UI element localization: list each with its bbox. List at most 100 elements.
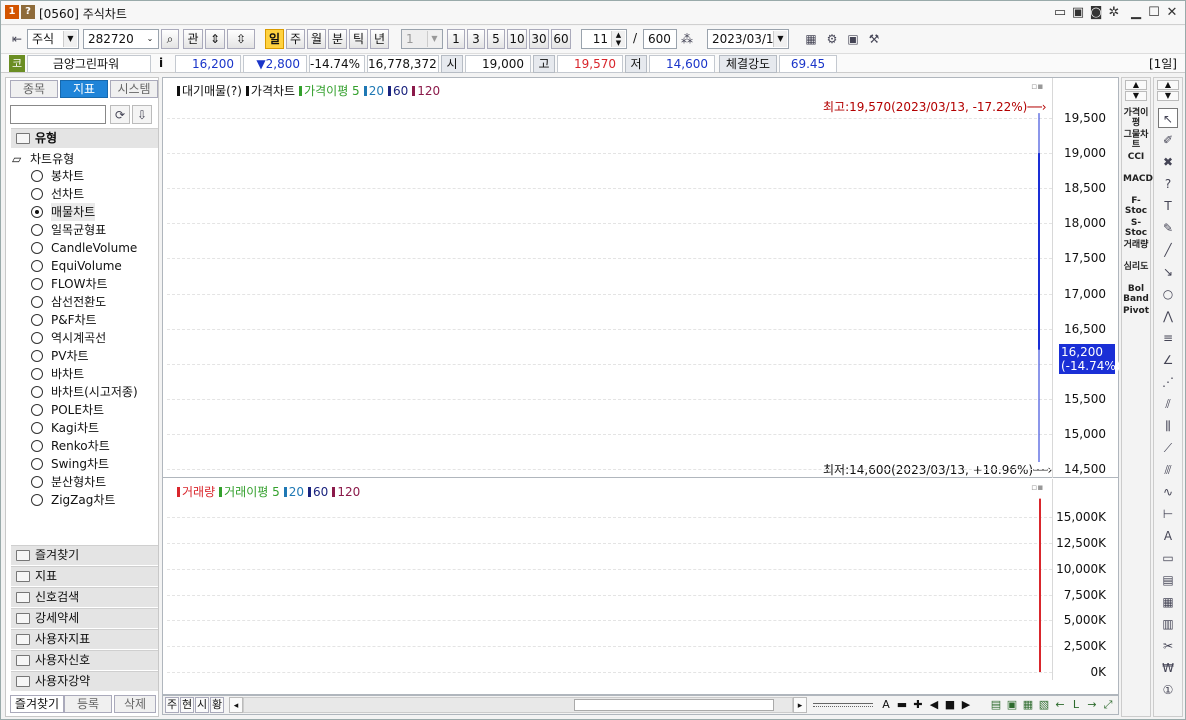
radio-icon[interactable] xyxy=(31,386,43,398)
refresh-icon[interactable]: ⟳ xyxy=(110,105,130,124)
period-icon[interactable]: ⊢ xyxy=(1158,504,1178,524)
interval-select[interactable]: 1 ▼ xyxy=(401,29,443,49)
horizontal-scrollbar[interactable] xyxy=(243,697,793,713)
interval-button-10[interactable]: 10 xyxy=(507,29,527,49)
radio-icon[interactable] xyxy=(31,224,43,236)
indicator-shortcut[interactable]: S-Stoc xyxy=(1123,218,1149,238)
scrollbar-thumb[interactable] xyxy=(574,699,774,711)
radio-icon[interactable] xyxy=(31,368,43,380)
scroll-down-icon[interactable]: ▼ xyxy=(1125,91,1147,101)
count-total-input[interactable]: 600 xyxy=(643,29,677,49)
period-button-4[interactable]: 틱 xyxy=(349,29,368,49)
close-icon[interactable]: ✕ xyxy=(1163,4,1181,22)
scroll-left-icon[interactable]: ◂ xyxy=(229,697,243,713)
period-button-1[interactable]: 주 xyxy=(286,29,305,49)
help-icon[interactable]: ? xyxy=(1158,174,1178,194)
gear-icon[interactable]: ✲ xyxy=(1105,4,1123,22)
radio-icon[interactable] xyxy=(31,476,43,488)
radio-icon[interactable] xyxy=(31,170,43,182)
L-icon[interactable]: L xyxy=(1069,697,1083,713)
group-item[interactable]: 신호검색 xyxy=(11,587,158,607)
first-icon[interactable]: ⇤ xyxy=(7,29,27,49)
left-tab-2[interactable]: 시스템 xyxy=(110,80,158,98)
right-icon[interactable]: → xyxy=(1085,697,1099,713)
period-button-5[interactable]: 년 xyxy=(370,29,389,49)
restore-window-icon[interactable]: ▭ xyxy=(1051,4,1069,22)
tools-icon[interactable]: ⚒ xyxy=(864,29,884,49)
radio-icon[interactable] xyxy=(31,350,43,362)
bottom-ctrl-icon[interactable]: A xyxy=(879,697,893,713)
bottom-tab-3[interactable]: 황 xyxy=(210,697,224,713)
andrew-icon[interactable]: ⫻ xyxy=(1158,460,1178,480)
chart-icon[interactable]: ▦ xyxy=(1158,592,1178,612)
bottom-ctrl-icon[interactable]: ▬ xyxy=(895,697,909,713)
bottom-ctrl-icon[interactable]: ✚ xyxy=(911,697,925,713)
scroll-right-icon[interactable]: ▸ xyxy=(793,697,807,713)
chart-type-icon[interactable]: ▦ xyxy=(801,29,821,49)
group-chart-type[interactable]: 유형 xyxy=(11,128,158,148)
eraser-icon[interactable]: ✐ xyxy=(1158,130,1178,150)
minimize-icon[interactable]: ▁ xyxy=(1127,4,1145,22)
radio-icon[interactable] xyxy=(31,188,43,200)
indicator-shortcut[interactable]: CCI xyxy=(1123,152,1149,172)
radio-icon[interactable] xyxy=(31,422,43,434)
doc-icon[interactable]: ▤ xyxy=(1158,570,1178,590)
group-item[interactable]: 지표 xyxy=(11,566,158,586)
interest-button[interactable]: 관 xyxy=(183,29,203,49)
indicator-shortcut[interactable]: Pivot xyxy=(1123,306,1149,326)
radio-icon[interactable] xyxy=(31,314,43,326)
left-icon[interactable]: ← xyxy=(1053,697,1067,713)
search-icon[interactable]: ① xyxy=(1158,680,1178,700)
gear-icon[interactable]: ⚙ xyxy=(822,29,842,49)
radio-icon[interactable] xyxy=(31,296,43,308)
period-button-2[interactable]: 월 xyxy=(307,29,326,49)
indicator-shortcut[interactable]: 거래량 xyxy=(1123,240,1149,260)
radio-icon[interactable] xyxy=(31,278,43,290)
indicator-shortcut[interactable]: 가격이평 xyxy=(1123,108,1149,128)
image-icon[interactable]: ▧ xyxy=(1037,697,1051,713)
interval-button-30[interactable]: 30 xyxy=(529,29,549,49)
left-tab-1[interactable]: 지표 xyxy=(60,80,108,98)
interval-button-3[interactable]: 3 xyxy=(467,29,485,49)
excel-icon[interactable]: ▤ xyxy=(989,697,1003,713)
pen-icon[interactable]: ✎ xyxy=(1158,218,1178,238)
bottom-tab-0[interactable]: 주 xyxy=(165,697,179,713)
scroll-down-icon[interactable]: ▼ xyxy=(1157,91,1179,101)
indicator-shortcut[interactable]: Bol Band xyxy=(1123,284,1149,304)
speed-line-icon[interactable]: ⟋ xyxy=(1158,438,1178,458)
radio-icon[interactable] xyxy=(31,332,43,344)
cycle-icon[interactable]: ⫼ xyxy=(1158,416,1178,436)
window-icon[interactable]: ▭ xyxy=(1158,548,1178,568)
radio-icon[interactable] xyxy=(31,260,43,272)
radio-icon[interactable] xyxy=(31,404,43,416)
bottom-ctrl-icon[interactable]: ■ xyxy=(943,697,957,713)
settings-grid-icon[interactable]: ⁂ xyxy=(677,29,697,49)
zigzag-icon[interactable]: ⋀ xyxy=(1158,306,1178,326)
group-item[interactable]: 사용자지표 xyxy=(11,629,158,649)
bottom-tab-1[interactable]: 현 xyxy=(180,697,194,713)
radio-icon[interactable] xyxy=(31,206,43,218)
chart-area[interactable]: 대기매물(?) 가격차트 가격이평 5 20 60 120 ▫▪ 최고:19,570(20… xyxy=(162,77,1120,695)
interval-button-1[interactable]: 1 xyxy=(447,29,465,49)
radio-icon[interactable] xyxy=(31,494,43,506)
scroll-up-icon[interactable]: ▲ xyxy=(1125,80,1147,90)
text-icon[interactable]: T xyxy=(1158,196,1178,216)
zoom-slider[interactable] xyxy=(813,703,873,707)
price-pane[interactable]: 대기매물(?) 가격차트 가격이평 5 20 60 120 ▫▪ 최고:19,570(20… xyxy=(163,78,1120,478)
help-badge[interactable]: ? xyxy=(21,5,35,19)
bottom-ctrl-icon[interactable]: ◀ xyxy=(927,697,941,713)
bottom-ctrl-icon[interactable]: ▶ xyxy=(959,697,973,713)
radio-icon[interactable] xyxy=(31,440,43,452)
spinner-icon[interactable]: ▲ ▼ xyxy=(611,31,625,47)
period-button-3[interactable]: 분 xyxy=(328,29,347,49)
download-icon[interactable]: ⇩ xyxy=(132,105,152,124)
indicator-search-input[interactable] xyxy=(10,105,106,124)
group-item[interactable]: 사용자신호 xyxy=(11,650,158,670)
gann-icon[interactable]: ∠ xyxy=(1158,350,1178,370)
tools-icon[interactable]: ✂ xyxy=(1158,636,1178,656)
footer-tab-1[interactable]: 등록 xyxy=(64,695,112,713)
tree-root[interactable]: ▱ 차트유형 xyxy=(12,150,74,168)
export-icon[interactable]: ⤢ xyxy=(1101,697,1115,713)
search-button[interactable]: ⌕ xyxy=(161,29,179,49)
fibo-icon[interactable]: ≡ xyxy=(1158,328,1178,348)
